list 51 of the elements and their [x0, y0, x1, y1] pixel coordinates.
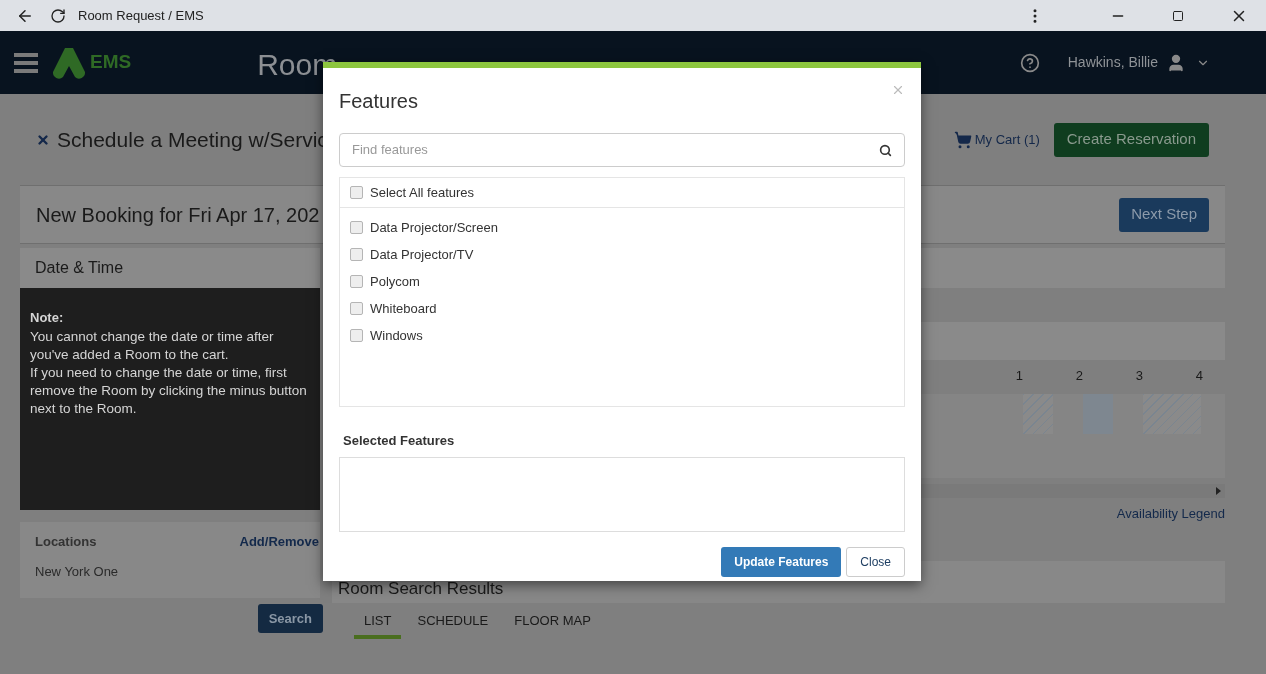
hour-label: 1: [1014, 367, 1024, 385]
maximize-icon[interactable]: [1172, 9, 1184, 22]
cart-link[interactable]: My Cart (1): [974, 129, 1040, 150]
search-input[interactable]: Find features: [352, 140, 879, 160]
feature-label[interactable]: Windows: [370, 325, 423, 346]
window-title: Room Request / EMS: [78, 6, 204, 25]
page-heading: Schedule a Meeting w/Servic: [57, 126, 328, 153]
logo-icon: [51, 45, 87, 80]
selected-heading: Selected Features: [343, 432, 456, 450]
locations-title: Locations: [35, 533, 97, 551]
booking-title: New Booking for Fri Apr 17, 202: [36, 202, 320, 228]
note-title: Note:: [30, 309, 65, 327]
checkbox[interactable]: [350, 329, 363, 342]
results-title: Room Search Results: [338, 577, 504, 600]
search-field[interactable]: Find features: [339, 133, 905, 167]
reload-icon[interactable]: [50, 7, 66, 24]
section-title: Date & Time: [35, 258, 124, 278]
feature-label[interactable]: Polycom: [370, 271, 420, 292]
checkbox[interactable]: [350, 275, 363, 288]
feature-label[interactable]: Data Projector/TV: [370, 244, 474, 265]
location-item: New York One: [35, 562, 120, 581]
create-reservation-button[interactable]: Create Reservation: [1053, 122, 1209, 157]
user-icon: [1166, 52, 1186, 73]
search-button[interactable]: Search: [257, 604, 323, 633]
checkbox[interactable]: [350, 248, 363, 261]
logo-text: EMS: [90, 50, 132, 75]
note-text: If you need to change the date or time, first remove the Room by clicking the minus button next to the Room.: [30, 363, 308, 418]
hour-label: 3: [1134, 367, 1144, 385]
note-text: You cannot change the date or time after you've added a Room to the cart.: [30, 327, 275, 364]
checkbox[interactable]: [350, 221, 363, 234]
hour-label: 4: [1194, 367, 1204, 385]
option-label: Select All features: [370, 183, 475, 202]
results-tab[interactable]: LIST: [354, 611, 402, 639]
checkbox[interactable]: [350, 186, 363, 199]
add-remove-link[interactable]: Add/Remove: [239, 532, 319, 552]
results-tab[interactable]: SCHEDULE: [407, 611, 499, 639]
user-name[interactable]: Hawkins, Billie: [1067, 52, 1158, 73]
feature-label[interactable]: Whiteboard: [370, 298, 437, 319]
search-icon: [879, 143, 892, 157]
feature-label[interactable]: Data Projector/Screen: [370, 217, 498, 238]
cart-icon: [953, 130, 972, 149]
results-tab[interactable]: FLOOR MAP: [504, 611, 601, 639]
help-icon[interactable]: [1019, 52, 1040, 73]
select-all-row[interactable]: Select All features: [339, 177, 905, 208]
close-button[interactable]: Close: [846, 546, 905, 577]
dialog-title: Features: [339, 89, 418, 114]
availability-legend-link[interactable]: Availability Legend: [1116, 503, 1225, 523]
update-features-button[interactable]: Update Features: [721, 546, 842, 577]
checkbox[interactable]: [350, 302, 363, 315]
next-step-button[interactable]: Next Step: [1119, 197, 1209, 232]
hour-label: 2: [1074, 367, 1084, 385]
